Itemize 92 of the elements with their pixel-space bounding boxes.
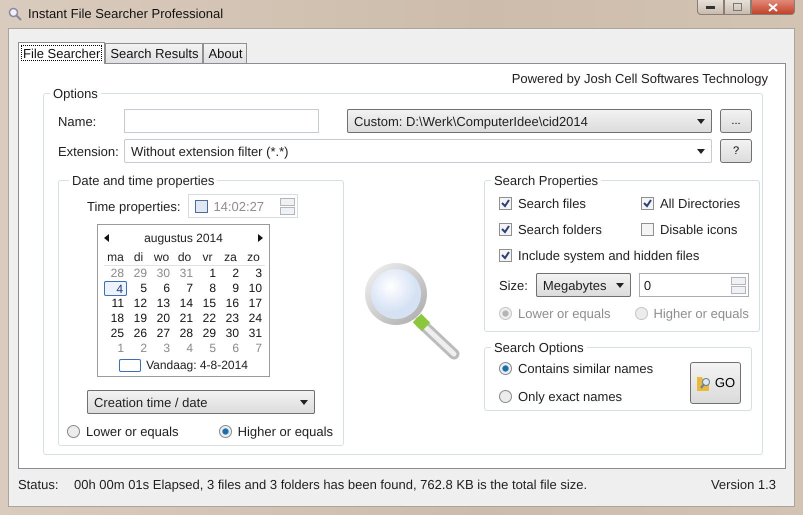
magnifier-icon — [8, 7, 22, 21]
dropdown-arrow-icon — [300, 400, 308, 404]
calendar-day[interactable]: 14 — [173, 296, 196, 311]
checkbox-option[interactable]: All Directories — [641, 196, 749, 211]
calendar-day[interactable]: 12 — [127, 296, 150, 311]
help-button[interactable]: ? — [720, 139, 752, 163]
radio-option[interactable]: Contains similar names — [499, 361, 654, 376]
calendar-day[interactable]: 18 — [104, 311, 127, 326]
field-label: Time properties: — [87, 198, 180, 214]
weekday-label: zo — [242, 250, 265, 266]
calendar-day[interactable]: 23 — [219, 311, 242, 326]
field-label: Extension: — [58, 144, 116, 158]
calendar-day[interactable]: 2 — [219, 266, 242, 281]
calendar-day[interactable]: 27 — [150, 326, 173, 341]
group-title: Options — [52, 86, 99, 101]
calendar-day[interactable]: 17 — [242, 296, 265, 311]
calendar-day[interactable]: 22 — [196, 311, 219, 326]
window-title: Instant File Searcher Professional — [28, 6, 224, 21]
checkbox-option[interactable]: Search folders — [499, 222, 641, 237]
minimize-button[interactable] — [697, 0, 724, 15]
dropdown-arrow-icon — [616, 282, 624, 288]
calendar-day[interactable]: 31 — [242, 326, 265, 341]
checkmark-icon — [643, 199, 652, 208]
weekday-label: wo — [150, 250, 173, 266]
version-text: Version 1.3 — [710, 476, 776, 492]
size-field[interactable]: 0 — [638, 273, 749, 297]
weekday-label: za — [219, 250, 242, 266]
group-title: Search Options — [493, 340, 585, 355]
field-label: Size: — [499, 278, 528, 292]
checkbox-option[interactable]: Search files — [499, 196, 641, 211]
status-label: Status: — [18, 476, 60, 492]
size-unit-dropdown[interactable]: Megabytes — [536, 273, 631, 297]
maximize-icon — [733, 3, 742, 11]
tab[interactable]: File Searcher — [18, 42, 106, 64]
calendar-day[interactable]: 4 — [104, 281, 127, 296]
today-marker-icon — [119, 358, 142, 372]
checkmark-icon — [501, 251, 510, 260]
checkmark-icon — [501, 225, 510, 234]
calendar-day[interactable]: 19 — [127, 311, 150, 326]
tab[interactable]: Search Results — [105, 43, 204, 63]
field-label: Name: — [58, 114, 98, 128]
location-dropdown[interactable]: Custom: D:\Werk\ComputerIdee\cid2014 — [347, 109, 712, 133]
calendar-day[interactable]: 25 — [104, 326, 127, 341]
minimize-icon — [706, 6, 715, 8]
close-button[interactable] — [751, 0, 795, 15]
calendar-day[interactable]: 29 — [196, 326, 219, 341]
radio-option[interactable]: Only exact names — [499, 389, 654, 404]
calendar-day[interactable]: 13 — [150, 296, 173, 311]
weekday-label: ma — [104, 250, 127, 266]
name-field[interactable] — [124, 109, 319, 133]
browse-button[interactable]: ... — [720, 109, 752, 133]
status-text: 00h 00m 01s Elapsed, 3 files and 3 folders has been found, 762.8 KB is the total file size. — [74, 476, 588, 492]
today-link[interactable]: Vandaag: 4-8-2014 — [146, 358, 248, 372]
calendar-day[interactable]: 7 — [173, 281, 196, 296]
checkmark-icon — [501, 199, 510, 208]
calendar-day[interactable]: 26 — [127, 326, 150, 341]
calendar-day[interactable]: 21 — [173, 311, 196, 326]
calendar-day[interactable]: 6 — [150, 281, 173, 296]
weekday-label: vr — [196, 250, 219, 266]
close-icon — [768, 2, 778, 12]
calendar-day[interactable]: 8 — [196, 281, 219, 296]
radio-option[interactable]: Lower or equals — [67, 424, 178, 439]
month-title: augustus 2014 — [144, 231, 223, 245]
checkbox-option[interactable]: Include system and hidden files — [499, 248, 749, 263]
calendar-day[interactable]: 16 — [219, 296, 242, 311]
calendar-day[interactable]: 15 — [196, 296, 219, 311]
weekday-label: di — [127, 250, 150, 266]
calendar-day[interactable]: 24 — [242, 311, 265, 326]
calendar-day[interactable]: 9 — [219, 281, 242, 296]
calendar-day[interactable]: 5 — [127, 281, 150, 296]
next-month-icon[interactable] — [258, 234, 263, 242]
calendar-day[interactable]: 3 — [242, 266, 265, 281]
powered-by-text: Powered by Josh Cell Softwares Technology — [512, 71, 768, 86]
group-title: Search Properties — [493, 173, 600, 188]
tab[interactable]: About — [203, 43, 248, 63]
calendar-day[interactable]: 20 — [150, 311, 173, 326]
group-title: Date and time properties — [71, 173, 216, 188]
calendar-day[interactable]: 28 — [173, 326, 196, 341]
calendar-day[interactable]: 30 — [219, 326, 242, 341]
calendar-day[interactable]: 1 — [196, 266, 219, 281]
radio-option[interactable]: Higher or equals — [218, 424, 333, 439]
dropdown-arrow-icon — [697, 148, 705, 154]
checkbox[interactable] — [195, 200, 208, 212]
previous-month-icon[interactable] — [104, 234, 109, 242]
date-type-dropdown[interactable]: Creation time / date — [87, 390, 315, 414]
dropdown-arrow-icon — [697, 118, 705, 124]
weekday-label: do — [173, 250, 196, 266]
calendar-day[interactable]: 11 — [104, 296, 127, 311]
calendar-day[interactable]: 10 — [242, 281, 265, 296]
checkbox-option[interactable]: Disable icons — [641, 222, 749, 237]
extension-dropdown[interactable]: Without extension filter (*.*) — [124, 139, 712, 163]
go-button[interactable]: GO — [690, 362, 741, 404]
